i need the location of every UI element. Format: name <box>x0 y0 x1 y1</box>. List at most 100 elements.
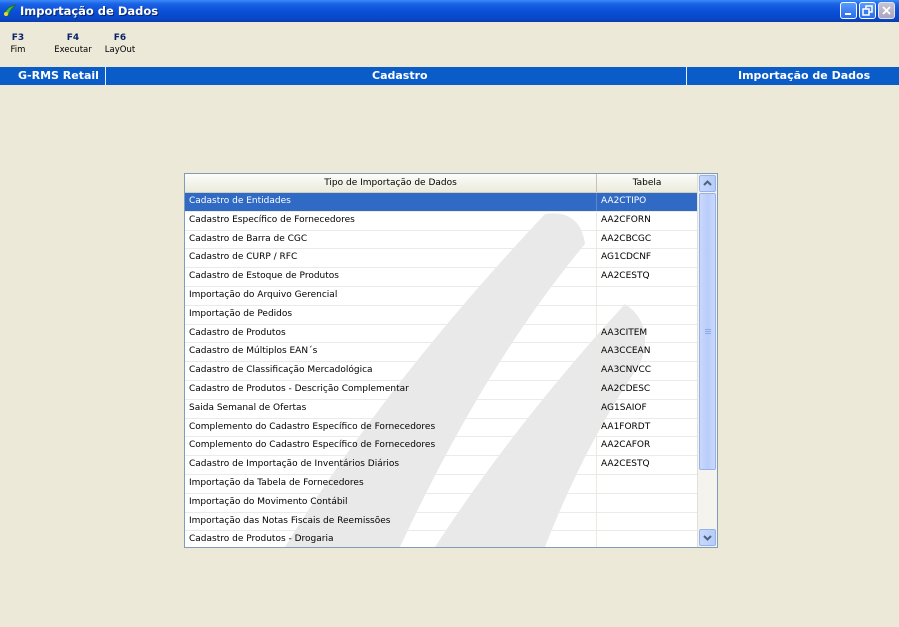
cell-tipo: Cadastro de Múltiplos EAN´s <box>189 346 318 357</box>
table-row[interactable]: Cadastro de Entidades AA2CTIPO <box>185 193 697 212</box>
column-divider <box>596 531 597 547</box>
cell-tabela: AA2CFORN <box>601 214 651 225</box>
cell-tipo: Cadastro de Produtos <box>189 327 286 338</box>
column-divider <box>596 268 597 286</box>
table-row[interactable]: Cadastro de Produtos - Drogaria <box>185 531 697 547</box>
cell-tabela: AA2CAFOR <box>601 440 651 451</box>
minimize-button[interactable] <box>840 2 857 19</box>
column-header-tabela[interactable]: Tabela <box>597 174 697 192</box>
column-divider <box>596 493 597 512</box>
column-divider <box>596 324 597 343</box>
column-header-tipo[interactable]: Tipo de Importação de Dados <box>185 174 597 192</box>
table-row[interactable]: Cadastro Específico de Fornecedores AA2CF… <box>185 211 697 231</box>
cell-tipo: Cadastro de CURP / RFC <box>189 252 298 263</box>
restore-button[interactable] <box>859 2 876 19</box>
table-row[interactable]: Cadastro de Produtos AA3CITEM <box>185 324 697 344</box>
scroll-thumb[interactable] <box>699 193 716 470</box>
cell-tipo: Cadastro de Classificação Mercadológica <box>189 365 373 376</box>
grid-header: Tipo de Importação de Dados Tabela <box>185 174 697 193</box>
table-row[interactable]: Importação de Pedidos <box>185 305 697 325</box>
column-divider <box>596 193 597 211</box>
column-divider <box>596 437 597 456</box>
table-row[interactable]: Cadastro de Classificação Mercadológica A… <box>185 362 697 381</box>
table-row[interactable]: Cadastro de Produtos - Descrição Complem… <box>185 380 697 400</box>
cell-tipo: Cadastro de Importação de Inventários Di… <box>189 459 400 470</box>
restore-icon <box>862 5 873 16</box>
title-bar: Importação de Dados <box>0 0 899 22</box>
fkey-label: Executar <box>54 45 92 55</box>
cell-tipo: Complemento do Cadastro Específico de Fo… <box>189 421 436 432</box>
fkey-label: Fim <box>10 45 26 55</box>
close-icon <box>882 6 891 15</box>
table-row[interactable]: Importação do Movimento Contábil <box>185 493 697 513</box>
cell-tipo: Cadastro de Estoque de Produtos <box>189 271 339 282</box>
column-divider <box>596 286 597 305</box>
grid-rows: Cadastro de Entidades AA2CTIPO Cadastro Es… <box>185 193 697 547</box>
cell-tipo: Importação de Pedidos <box>189 308 293 319</box>
cell-tabela: AA2CBCGC <box>601 233 652 244</box>
divider <box>686 67 687 85</box>
grip-line <box>705 333 711 334</box>
table-row[interactable]: Importação da Tabela de Fornecedores <box>185 474 697 494</box>
table-row[interactable]: Cadastro de Barra de CGC AA2CBCGC <box>185 230 697 250</box>
table-row[interactable]: Saida Semanal de Ofertas AG1SAIOF <box>185 399 697 419</box>
module-name: Cadastro <box>372 69 428 82</box>
cell-tabela: AA2CTIPO <box>601 196 647 206</box>
column-divider <box>596 362 597 380</box>
cell-tabela: AA1FORDT <box>601 421 651 432</box>
fkey-key: F6 <box>113 33 127 43</box>
screen-name: Importação de Dados <box>738 69 871 82</box>
f6-layout-button[interactable]: F6 LayOut <box>101 32 139 56</box>
column-divider <box>596 399 597 418</box>
scroll-down-button[interactable] <box>699 529 716 546</box>
table-row[interactable]: Cadastro de CURP / RFC AG1CDCNF <box>185 249 697 269</box>
cell-tipo: Cadastro de Barra de CGC <box>189 233 308 244</box>
app-icon[interactable] <box>3 4 17 17</box>
fkey-key: F3 <box>11 33 25 43</box>
system-name: G-RMS Retail <box>18 69 99 82</box>
cell-tipo: Importação do Movimento Contábil <box>189 496 348 507</box>
grip-line <box>705 331 711 332</box>
table-row[interactable]: Importação das Notas Fiscais de Reemissõ… <box>185 512 697 532</box>
cell-tabela: AG1CDCNF <box>601 252 652 263</box>
import-type-grid[interactable]: Tipo de Importação de Dados Tabela Cadas… <box>184 173 718 548</box>
cell-tipo: Saida Semanal de Ofertas <box>189 402 307 413</box>
column-divider <box>596 456 597 474</box>
vertical-scrollbar[interactable] <box>697 174 717 547</box>
cell-tabela: AA2CDESC <box>601 383 651 394</box>
table-row[interactable]: Cadastro de Importação de Inventários Di… <box>185 456 697 475</box>
column-divider <box>596 474 597 493</box>
table-row[interactable]: Complemento do Cadastro Específico de Fo… <box>185 418 697 438</box>
cell-tipo: Importação da Tabela de Fornecedores <box>189 477 364 488</box>
cell-tipo: Importação das Notas Fiscais de Reemissõ… <box>189 515 391 526</box>
cell-tabela: AG1SAIOF <box>601 402 647 413</box>
table-row[interactable]: Cadastro de Múltiplos EAN´s AA3CCEAN <box>185 343 697 363</box>
table-row[interactable]: Complemento do Cadastro Específico de Fo… <box>185 437 697 457</box>
close-button[interactable] <box>878 2 895 19</box>
column-divider <box>596 380 597 399</box>
cell-tabela: AA3CITEM <box>601 327 648 338</box>
divider <box>105 67 106 85</box>
grip-line <box>705 329 711 330</box>
scroll-up-button[interactable] <box>699 175 716 192</box>
table-row[interactable]: Importação do Arquivo Gerencial <box>185 286 697 306</box>
chevron-down-icon <box>703 535 712 541</box>
cell-tabela: AA2CESTQ <box>601 271 650 282</box>
cell-tabela: AA3CNVCC <box>601 365 652 376</box>
column-divider <box>596 211 597 230</box>
chevron-up-icon <box>703 180 712 186</box>
cell-tipo: Cadastro Específico de Fornecedores <box>189 214 355 225</box>
column-divider <box>596 249 597 268</box>
cell-tipo: Cadastro de Entidades <box>189 196 291 206</box>
table-row[interactable]: Cadastro de Estoque de Produtos AA2CESTQ <box>185 268 697 287</box>
f3-fim-button[interactable]: F3 Fim <box>8 32 28 56</box>
f4-executar-button[interactable]: F4 Executar <box>50 32 96 56</box>
minimize-icon <box>845 13 851 15</box>
column-divider <box>596 343 597 362</box>
module-header-bar: G-RMS Retail Cadastro Importação de Dado… <box>0 67 899 85</box>
cell-tabela: AA3CCEAN <box>601 346 651 357</box>
cell-tipo: Importação do Arquivo Gerencial <box>189 289 338 300</box>
cell-tipo: Cadastro de Produtos - Descrição Complem… <box>189 383 409 394</box>
column-divider <box>596 230 597 249</box>
fkey-label: LayOut <box>104 45 136 55</box>
